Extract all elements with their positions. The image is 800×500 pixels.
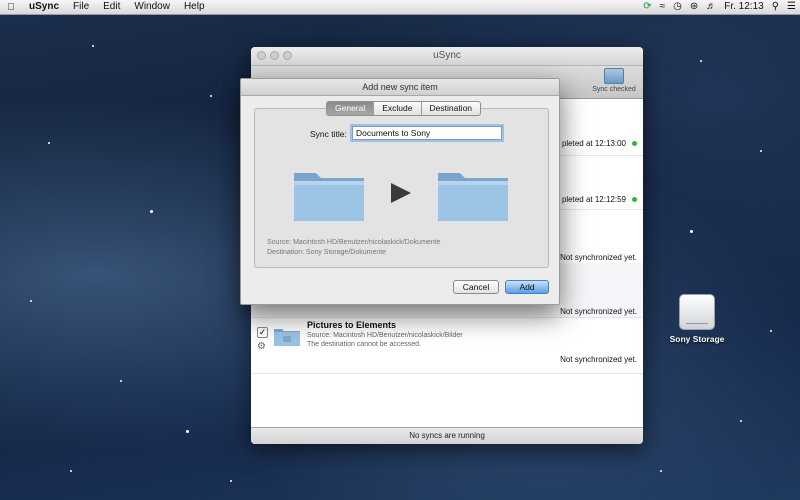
sony-storage-drive[interactable]: Sony Storage: [662, 294, 732, 344]
tab-destination[interactable]: Destination: [420, 102, 481, 115]
sync-row-status-text: pleted at 12:13:00: [561, 139, 626, 148]
sync-row-pictures-to-elements[interactable]: ✓ ⚙ Pictures to Elements Source: Macinto…: [251, 317, 643, 374]
gear-icon[interactable]: ⚙: [257, 341, 266, 352]
sync-checked-icon: [604, 68, 624, 84]
menu-file[interactable]: File: [66, 0, 96, 14]
menu-window[interactable]: Window: [127, 0, 177, 14]
sync-direction-arrow-icon: [391, 183, 411, 203]
menu-app-name[interactable]: uSync: [22, 0, 66, 14]
tab-general[interactable]: General: [327, 102, 374, 115]
close-window-button[interactable]: [257, 51, 266, 60]
sync-title-input[interactable]: [352, 126, 502, 140]
menubar-status-area: ⟳ ≈ ◷ ⊛ ♬ Fr. 12:13 ⚲ ☰: [639, 0, 800, 14]
usync-status-icon[interactable]: ⟳: [639, 0, 655, 14]
volume-icon[interactable]: ♬: [702, 0, 720, 14]
sync-row-status-text: Not synchronized yet.: [560, 253, 637, 262]
wifi-icon[interactable]: ≈: [656, 0, 670, 14]
sync-checked-label: Sync checked: [592, 86, 636, 93]
sync-row-status-text: Not synchronized yet.: [560, 355, 637, 364]
sync-row-checkbox[interactable]: ✓: [257, 327, 268, 338]
cancel-button[interactable]: Cancel: [453, 280, 499, 294]
dialog-tabs: General Exclude Destination: [326, 101, 482, 116]
folder-icon: [274, 329, 300, 346]
add-button[interactable]: Add: [505, 280, 549, 294]
apple-icon[interactable]: : [0, 2, 22, 13]
menu-edit[interactable]: Edit: [96, 0, 127, 14]
sync-row-status-text: Not synchronized yet.: [560, 307, 637, 316]
external-drive-icon: [679, 294, 715, 330]
add-sync-item-dialog: Add new sync item General Exclude Destin…: [240, 78, 560, 305]
main-window-title: uSync: [433, 50, 461, 61]
sync-row-status: pleted at 12:12:59: [562, 195, 637, 204]
sync-row-status: pleted at 12:13:00: [562, 139, 637, 148]
window-controls: [257, 51, 292, 60]
sync-title-label: Sync title:: [310, 129, 347, 139]
menu-help[interactable]: Help: [177, 0, 212, 14]
sync-checked-button[interactable]: Sync checked: [589, 68, 639, 93]
menubar:  uSync File Edit Window Help ⟳ ≈ ◷ ⊛ ♬ …: [0, 0, 800, 15]
sync-row-source: Source: Macintosh HD/Benutzer/nicolaskic…: [307, 332, 463, 339]
main-window-titlebar[interactable]: uSync: [251, 47, 643, 66]
spotlight-search-icon[interactable]: ⚲: [768, 0, 783, 14]
sync-row-note: The destination cannot be accessed.: [307, 341, 422, 348]
sync-row-title: Pictures to Elements: [307, 320, 397, 330]
sync-row-status: Not synchronized yet.: [560, 253, 637, 262]
menubar-clock[interactable]: Fr. 12:13: [720, 0, 767, 14]
source-path: Source: Macintosh HD/Benutzer/nicolaskic…: [267, 239, 441, 246]
bluetooth-icon[interactable]: ⊛: [686, 0, 702, 14]
destination-path: Destination: Sony Storage/Dokumente: [267, 249, 387, 256]
status-ok-icon: [632, 197, 637, 202]
tab-exclude[interactable]: Exclude: [373, 102, 420, 115]
general-tab-panel: Sync title: Source: Macintosh HD/Benutze…: [254, 108, 549, 268]
status-ok-icon: [632, 141, 637, 146]
drive-label: Sony Storage: [669, 334, 725, 344]
main-window-status-bar: No syncs are running: [251, 427, 643, 444]
dialog-title: Add new sync item: [241, 79, 559, 96]
sync-row-status-text: pleted at 12:12:59: [561, 195, 626, 204]
minimize-window-button[interactable]: [270, 51, 279, 60]
notification-list-icon[interactable]: ☰: [783, 0, 800, 14]
time-machine-icon[interactable]: ◷: [669, 0, 686, 14]
zoom-window-button[interactable]: [283, 51, 292, 60]
source-folder-icon[interactable]: [292, 165, 366, 223]
sync-row-status: Not synchronized yet.: [560, 307, 637, 316]
sync-row-status: Not synchronized yet.: [560, 355, 637, 364]
destination-folder-icon[interactable]: [436, 165, 510, 223]
